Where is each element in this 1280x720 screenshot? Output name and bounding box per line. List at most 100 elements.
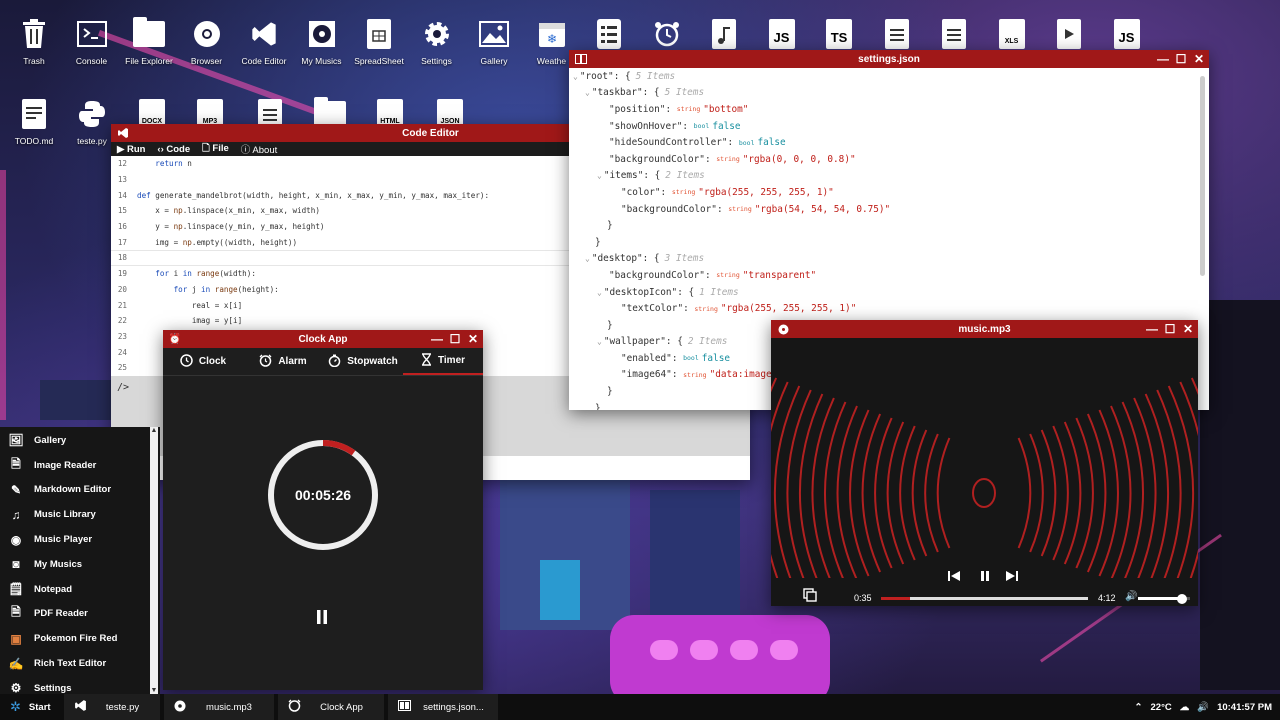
json-row[interactable]: }	[573, 217, 1209, 234]
json-icon	[398, 700, 411, 714]
minimize-icon[interactable]: —	[431, 332, 443, 346]
volume-icon[interactable]: 🔊	[1197, 702, 1209, 713]
json-row[interactable]: ⌄ "items": {2 Items	[573, 168, 1209, 185]
desktop-icon[interactable]: SpreadSheet	[347, 16, 411, 66]
tab-stopwatch[interactable]: Stopwatch	[323, 348, 403, 375]
start-menu-item[interactable]: 🗎 Image Reader	[0, 453, 160, 478]
timer-pause-button[interactable]	[315, 609, 329, 630]
tray-expand-icon[interactable]: ⌃	[1135, 702, 1143, 713]
playlist-icon[interactable]	[803, 588, 817, 604]
desktop-icon[interactable]: TODO.md	[2, 96, 66, 146]
taskbar-item[interactable]: teste.py	[64, 694, 160, 720]
json-close-brace: }	[607, 220, 613, 232]
chevron-down-icon[interactable]: ⌄	[573, 72, 578, 81]
start-menu-item[interactable]: ✍ Rich Text Editor	[0, 651, 160, 676]
seek-bar[interactable]	[881, 597, 1088, 600]
json-row[interactable]: ⌄ "root": {5 Items	[573, 68, 1209, 85]
json-row[interactable]: "textColor": string "rgba(255, 255, 255, …	[573, 300, 1209, 317]
start-menu-item-label: PDF Reader	[34, 608, 88, 620]
scroll-down-icon[interactable]: ▼	[150, 687, 158, 694]
tab-clock[interactable]: Clock	[163, 348, 243, 375]
json-row[interactable]: "position": string "bottom"	[573, 101, 1209, 118]
tab-alarm[interactable]: Alarm	[243, 348, 323, 375]
alarm-icon	[649, 16, 685, 52]
desktop-icon[interactable]: Console	[60, 16, 124, 66]
volume-slider[interactable]	[1138, 593, 1190, 604]
taskbar-item[interactable]: music.mp3	[164, 694, 274, 720]
maximize-icon[interactable]: ☐	[449, 332, 461, 346]
next-button[interactable]	[1005, 569, 1019, 585]
disc-icon	[174, 700, 186, 715]
close-icon[interactable]: ✕	[467, 332, 479, 346]
start-icon: ✲	[10, 699, 21, 714]
about-menu[interactable]: ⓘ About	[241, 142, 277, 156]
list-icon	[591, 16, 627, 52]
desktop-icon[interactable]: Browser	[175, 16, 239, 66]
start-menu-scrollbar[interactable]: ▲ ▼	[150, 427, 158, 694]
settings-json-titlebar[interactable]: settings.json — ☐ ✕	[569, 50, 1209, 68]
desktop-icon[interactable]: Trash	[2, 16, 66, 66]
json-row[interactable]: ⌄ "desktop": {3 Items	[573, 251, 1209, 268]
desktop-icon[interactable]: File Explorer	[117, 16, 181, 66]
json-row[interactable]: "backgroundColor": string "rgba(54, 54, 5…	[573, 201, 1209, 218]
volume-icon[interactable]: 🔊	[1125, 591, 1137, 602]
start-button[interactable]: ✲ Start	[0, 694, 64, 720]
start-menu-item[interactable]: 🗎 PDF Reader	[0, 602, 160, 627]
json-row[interactable]: "backgroundColor": string "rgba(0, 0, 0, …	[573, 151, 1209, 168]
json-row[interactable]: "showOnHover": bool false	[573, 118, 1209, 135]
chevron-down-icon[interactable]: ⌄	[597, 337, 602, 346]
code-menu[interactable]: ‹› Code	[157, 144, 190, 155]
chevron-down-icon[interactable]: ⌄	[597, 171, 602, 180]
tab-timer[interactable]: Timer	[403, 348, 483, 375]
start-menu-item[interactable]: 🗒 Notepad	[0, 577, 160, 602]
file-menu[interactable]: 🗋 File	[202, 141, 229, 157]
start-menu-item[interactable]: ◙ My Musics	[0, 552, 160, 577]
chevron-down-icon[interactable]: ⌄	[597, 288, 602, 297]
minimize-icon[interactable]: —	[1146, 322, 1158, 336]
json-open-brace: : {	[613, 70, 631, 82]
json-row[interactable]: ⌄ "taskbar": {5 Items	[573, 85, 1209, 102]
music-player-window: music.mp3 — ☐ ✕ 0:35 4:12 🔊	[771, 320, 1198, 606]
maximize-icon[interactable]: ☐	[1164, 322, 1176, 336]
scroll-up-icon[interactable]: ▲	[150, 427, 158, 434]
chevron-down-icon[interactable]: ⌄	[585, 254, 590, 263]
close-icon[interactable]: ✕	[1193, 52, 1205, 66]
json-key: "wallpaper"	[603, 336, 666, 348]
minimize-icon[interactable]: —	[1157, 52, 1169, 66]
json-row[interactable]: "backgroundColor": string "transparent"	[573, 267, 1209, 284]
previous-button[interactable]	[947, 569, 961, 585]
close-icon[interactable]: ✕	[1182, 322, 1194, 336]
json-open-brace: : {	[642, 253, 660, 265]
json-row[interactable]: ⌄ "desktopIcon": {1 Items	[573, 284, 1209, 301]
json-row[interactable]: }	[573, 234, 1209, 251]
desktop-icon[interactable]: Code Editor	[232, 16, 296, 66]
start-menu-item[interactable]: ▣ Pokemon Fire Red	[0, 626, 160, 651]
pause-button[interactable]	[978, 569, 992, 585]
desktop-icon[interactable]: My Musics	[290, 16, 354, 66]
volume-knob[interactable]	[1177, 593, 1188, 604]
doc-shape	[942, 19, 966, 49]
volume-level	[1138, 593, 1188, 604]
line-number: 19	[117, 269, 127, 279]
desktop-icon-label: My Musics	[301, 56, 342, 66]
json-type: string	[694, 304, 718, 313]
json-value: "transparent"	[742, 269, 817, 281]
start-menu-item[interactable]: ♫ Music Library	[0, 502, 160, 527]
chevron-down-icon[interactable]: ⌄	[585, 88, 590, 97]
start-menu-item[interactable]: ✎ Markdown Editor	[0, 478, 160, 503]
desktop-icon[interactable]: Gallery	[462, 16, 526, 66]
json-row[interactable]: "hideSoundController": bool false	[573, 134, 1209, 151]
taskbar-item[interactable]: Clock App	[278, 694, 384, 720]
run-button[interactable]: ▶ Run	[117, 144, 145, 155]
json-row[interactable]: "color": string "rgba(255, 255, 255, 1)"	[573, 184, 1209, 201]
music-titlebar[interactable]: music.mp3 — ☐ ✕	[771, 320, 1198, 338]
scrollbar[interactable]	[1200, 76, 1205, 276]
json-type: string	[716, 155, 740, 164]
desktop-icon[interactable]: Settings	[405, 16, 469, 66]
start-menu-item[interactable]: 🖼 Gallery	[0, 428, 160, 453]
start-menu-item[interactable]: ◉ Music Player	[0, 527, 160, 552]
maximize-icon[interactable]: ☐	[1175, 52, 1187, 66]
taskbar-item[interactable]: settings.json...	[388, 694, 498, 720]
desktop-icon-label: Browser	[190, 56, 223, 66]
clock-titlebar[interactable]: ⏰ Clock App — ☐ ✕	[163, 330, 483, 348]
